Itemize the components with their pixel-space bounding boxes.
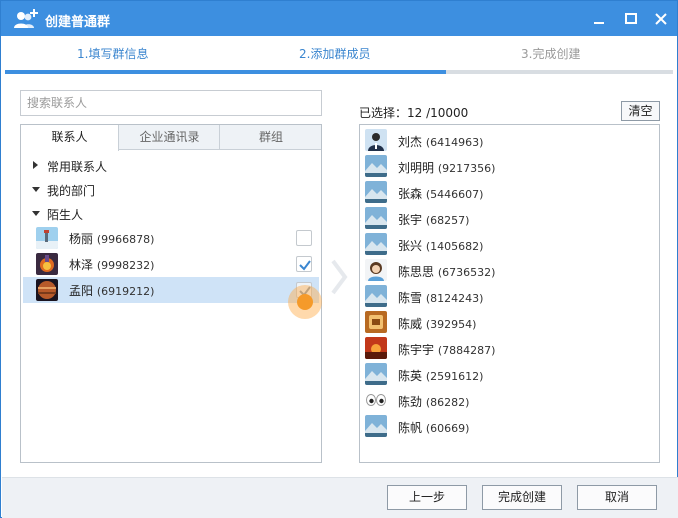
chevron-down-icon	[32, 187, 40, 192]
selected-member-row[interactable]: 张兴 (1405682)	[360, 231, 659, 257]
selected-member-row[interactable]: 陈英 (2591612)	[360, 361, 659, 387]
selected-member-row[interactable]: 刘明明 (9217356)	[360, 153, 659, 179]
selected-member-row[interactable]: 陈宇宇 (7884287)	[360, 335, 659, 361]
contact-row[interactable]: 孟阳 (6919212)	[23, 277, 319, 303]
fire-avatar	[36, 253, 58, 275]
member-name: 陈雪 (8124243)	[398, 291, 484, 305]
step-progress-fill	[5, 70, 446, 74]
minimize-icon[interactable]	[589, 9, 609, 29]
member-name: 陈帆 (60669)	[398, 421, 470, 435]
member-name: 刘明明 (9217356)	[398, 161, 496, 175]
member-name: 陈劲 (86282)	[398, 395, 470, 409]
member-name: 张森 (5446607)	[398, 187, 484, 201]
member-name: 张宇 (68257)	[398, 213, 470, 227]
close-icon[interactable]	[651, 9, 671, 29]
maximize-icon[interactable]	[621, 9, 641, 29]
contact-checkbox[interactable]	[296, 230, 312, 246]
tab-enterprise-directory[interactable]: 企业通讯录	[120, 125, 220, 150]
woman-avatar	[365, 259, 387, 281]
selected-member-row[interactable]: 陈劲 (86282)	[360, 387, 659, 413]
contact-name: 杨丽 (9966878)	[69, 232, 155, 246]
contact-checkbox[interactable]	[296, 256, 312, 272]
selected-members-panel: 刘杰 (6414963) 刘明明 (9217356) 张森 (5446607) 张宇 …	[359, 124, 660, 463]
step-fill-info: 1.填写群信息	[77, 47, 149, 61]
landscape-avatar	[365, 233, 387, 255]
selected-member-row[interactable]: 陈威 (392954)	[360, 309, 659, 335]
eyes-avatar	[365, 389, 387, 411]
planet-avatar	[36, 279, 58, 301]
landscape-avatar	[365, 181, 387, 203]
contact-row[interactable]: 林泽 (9998232)	[23, 251, 319, 277]
contact-name: 林泽 (9998232)	[69, 258, 155, 272]
member-name: 陈思思 (6736532)	[398, 265, 496, 279]
clear-button[interactable]: 清空	[621, 101, 660, 121]
selected-member-row[interactable]: 张森 (5446607)	[360, 179, 659, 205]
member-name: 张兴 (1405682)	[398, 239, 484, 253]
card-avatar	[365, 311, 387, 333]
selected-member-row[interactable]: 陈帆 (60669)	[360, 413, 659, 439]
add-group-icon	[14, 9, 38, 28]
landscape-avatar	[365, 155, 387, 177]
landscape-avatar	[365, 415, 387, 437]
step-progress-bar	[5, 70, 673, 74]
step-finish: 3.完成创建	[521, 47, 581, 61]
tab-contacts[interactable]: 联系人	[21, 125, 119, 151]
tree-group-strangers[interactable]: 陌生人	[21, 202, 321, 226]
chevron-down-icon	[32, 211, 40, 216]
search-input[interactable]	[20, 90, 322, 116]
title-bar: 创建普通群	[1, 1, 677, 36]
step-add-members: 2.添加群成员	[299, 47, 371, 61]
lighthouse-avatar	[36, 227, 58, 249]
chevron-right-icon	[33, 161, 38, 169]
cursor-indicator	[288, 285, 322, 319]
checkmark-icon	[299, 260, 311, 271]
tree-group-label: 我的部门	[47, 184, 96, 198]
member-name: 陈英 (2591612)	[398, 369, 484, 383]
landscape-avatar	[365, 207, 387, 229]
contact-name: 孟阳 (6919212)	[69, 284, 155, 298]
finish-create-button[interactable]: 完成创建	[482, 485, 562, 510]
cancel-button[interactable]: 取消	[577, 485, 657, 510]
member-name: 陈宇宇 (7884287)	[398, 343, 496, 357]
person-avatar	[365, 129, 387, 151]
selected-member-row[interactable]: 陈雪 (8124243)	[360, 283, 659, 309]
member-name: 陈威 (392954)	[398, 317, 477, 331]
landscape-avatar	[365, 285, 387, 307]
window-title: 创建普通群	[45, 15, 111, 30]
tab-groups[interactable]: 群组	[221, 125, 321, 150]
tree-group-my-department[interactable]: 我的部门	[21, 178, 321, 202]
create-group-dialog: 创建普通群 1.填写群信息 2.添加群成员 3.完成创建 联系人 企业通讯录 群…	[0, 0, 678, 518]
contact-picker-panel: 联系人 企业通讯录 群组 常用联系人 我的部门 陌生人 杨丽 (9966878)	[20, 124, 322, 463]
selected-member-row[interactable]: 张宇 (68257)	[360, 205, 659, 231]
selected-member-row[interactable]: 陈思思 (6736532)	[360, 257, 659, 283]
landscape-avatar	[365, 363, 387, 385]
chevron-right-icon	[331, 259, 348, 295]
sunset-avatar	[365, 337, 387, 359]
tree-group-label: 常用联系人	[47, 160, 108, 174]
member-name: 刘杰 (6414963)	[398, 135, 484, 149]
contact-row[interactable]: 杨丽 (9966878)	[23, 225, 319, 251]
contact-tabs: 联系人 企业通讯录 群组	[21, 125, 321, 151]
selected-member-row[interactable]: 刘杰 (6414963)	[360, 127, 659, 153]
selected-count: 已选择：12 /10000	[359, 106, 469, 120]
tree-group-frequent[interactable]: 常用联系人	[21, 154, 321, 178]
previous-step-button[interactable]: 上一步	[387, 485, 467, 510]
tree-group-label: 陌生人	[47, 208, 84, 222]
